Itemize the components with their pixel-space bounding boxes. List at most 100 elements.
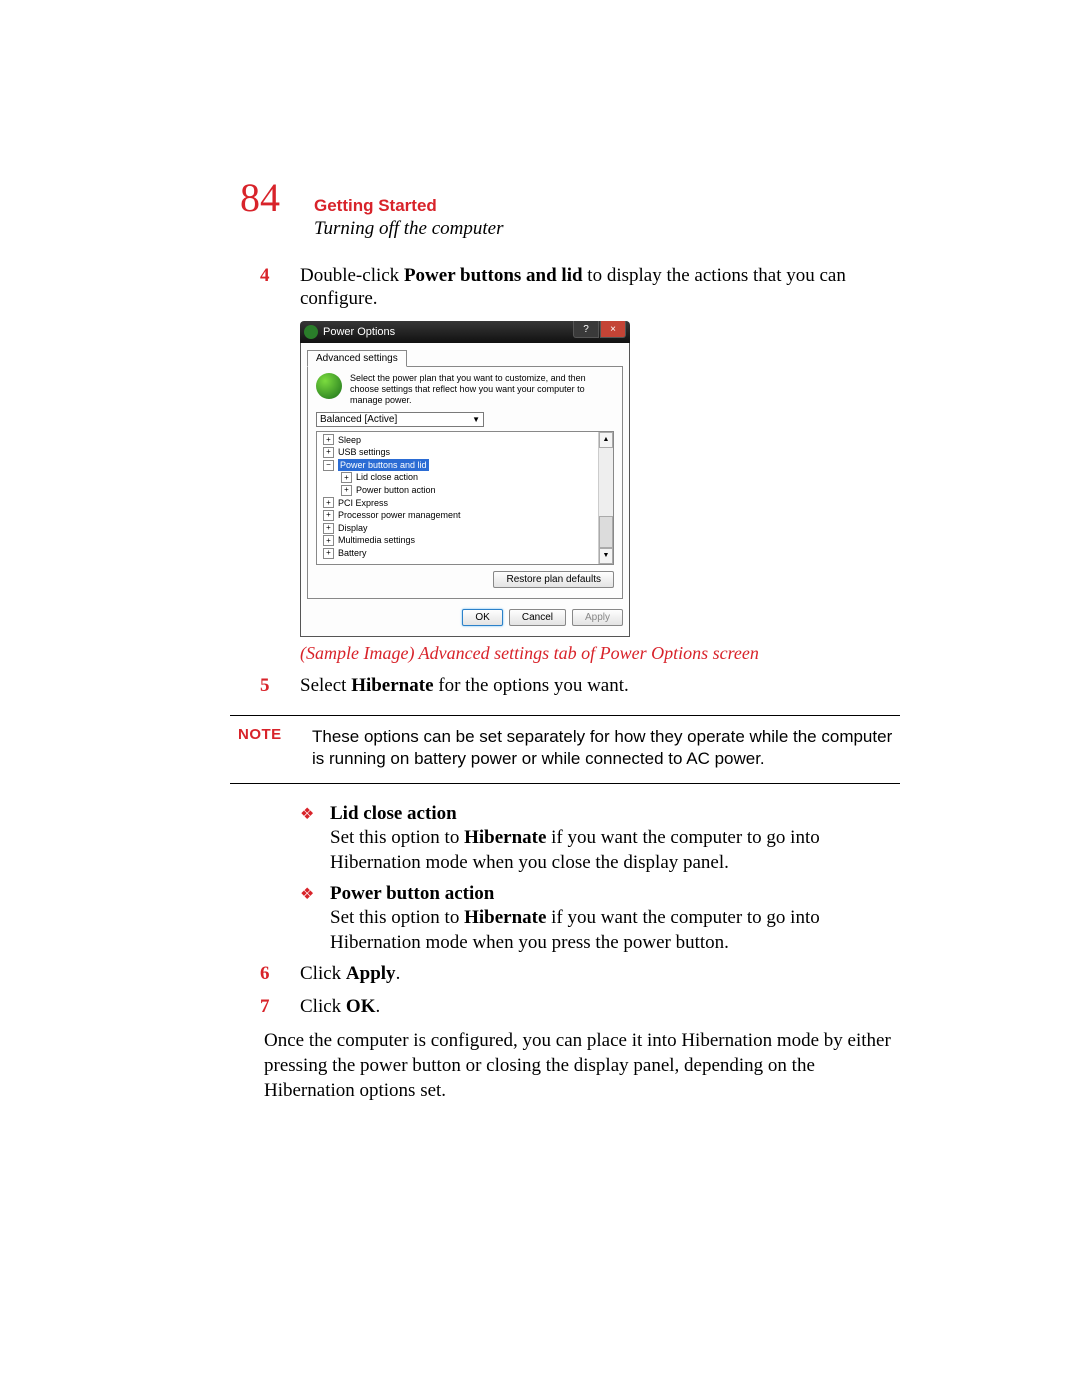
t: for the options you want. — [434, 675, 629, 696]
label: Multimedia settings — [338, 534, 415, 547]
bullet-power-button: ❖ Power button action Set this option to… — [300, 882, 900, 956]
tree-item-power-button-action[interactable]: + Power button action — [319, 484, 613, 497]
label: PCI Express — [338, 497, 388, 510]
window-buttons: ? × — [573, 321, 626, 338]
t-bold: Hibernate — [351, 675, 433, 696]
header-text: Getting Started Turning off the computer — [314, 197, 503, 240]
t: Click — [300, 996, 346, 1017]
help-button[interactable]: ? — [573, 321, 599, 338]
tree-item-sleep[interactable]: + Sleep — [319, 434, 613, 447]
dialog-title: Power Options — [323, 326, 395, 338]
diamond-icon: ❖ — [300, 882, 330, 956]
scrollbar[interactable]: ▲ ▼ — [598, 432, 613, 564]
expand-icon[interactable]: + — [323, 548, 334, 559]
t: Double-click — [300, 265, 404, 286]
label: Processor power management — [338, 509, 461, 522]
collapse-icon[interactable]: − — [323, 460, 334, 471]
note-text: These options can be set separately for … — [312, 726, 900, 770]
dialog-footer: OK Cancel Apply — [307, 609, 623, 626]
closing-paragraph: Once the computer is configured, you can… — [264, 1029, 900, 1103]
label: Power button action — [356, 484, 436, 497]
label: Display — [338, 522, 368, 535]
dialog-body: Advanced settings Select the power plan … — [300, 343, 630, 636]
t-bold: Hibernate — [464, 827, 546, 848]
tree-item-processor[interactable]: + Processor power management — [319, 509, 613, 522]
tree-item-power-buttons-lid[interactable]: −Power buttons and lid — [319, 459, 613, 472]
chevron-down-icon: ▼ — [472, 415, 480, 424]
tab-advanced-settings[interactable]: Advanced settings — [307, 350, 407, 367]
bullet-title: Lid close action — [330, 803, 457, 824]
tree-item-display[interactable]: + Display — [319, 522, 613, 535]
t: . — [375, 996, 380, 1017]
label: Lid close action — [356, 471, 418, 484]
step-4: 4 Double-click Power buttons and lid to … — [260, 264, 900, 312]
scroll-down-icon[interactable]: ▼ — [599, 548, 613, 564]
tree-item-battery[interactable]: + Battery — [319, 547, 613, 560]
dialog-titlebar[interactable]: Power Options ? × — [300, 321, 630, 343]
plan-select-value: Balanced [Active] — [320, 414, 397, 425]
label-highlighted: Power buttons and lid — [338, 459, 429, 472]
note-label: NOTE — [238, 726, 312, 770]
settings-tree[interactable]: + Sleep + USB settings −Power buttons and … — [316, 431, 614, 565]
expand-icon[interactable]: + — [341, 485, 352, 496]
t-bold: Apply — [346, 963, 396, 984]
step-number: 5 — [260, 674, 300, 698]
step-number: 6 — [260, 962, 300, 986]
t: . — [396, 963, 401, 984]
power-options-dialog: Power Options ? × Advanced settings Sele… — [300, 321, 630, 636]
plan-select[interactable]: Balanced [Active] ▼ — [316, 412, 484, 427]
chapter-subtitle: Turning off the computer — [314, 218, 503, 240]
step-5: 5 Select Hibernate for the options you w… — [260, 674, 900, 698]
page-header: 84 Getting Started Turning off the compu… — [240, 178, 900, 240]
bullet-text: Power button action Set this option to H… — [330, 882, 900, 956]
note-block: NOTE These options can be set separately… — [230, 715, 900, 783]
step-text: Click Apply. — [300, 962, 900, 986]
t: Set this option to — [330, 827, 464, 848]
dialog-description: Select the power plan that you want to c… — [350, 373, 614, 405]
expand-icon[interactable]: + — [323, 497, 334, 508]
chapter-title: Getting Started — [314, 197, 503, 216]
bullet-title: Power button action — [330, 883, 494, 904]
tree-item-lid-close[interactable]: + Lid close action — [319, 471, 613, 484]
step-number: 4 — [260, 264, 300, 312]
label: Sleep — [338, 434, 361, 447]
t: Set this option to — [330, 907, 464, 928]
bullet-text: Lid close action Set this option to Hibe… — [330, 802, 900, 876]
step-7: 7 Click OK. — [260, 995, 900, 1019]
tree-item-pci[interactable]: + PCI Express — [319, 497, 613, 510]
close-button[interactable]: × — [600, 321, 626, 338]
t: Select — [300, 675, 351, 696]
diamond-icon: ❖ — [300, 802, 330, 876]
manual-page: 84 Getting Started Turning off the compu… — [0, 0, 1080, 1163]
power-plan-icon — [316, 373, 342, 399]
t-bold: Hibernate — [464, 907, 546, 928]
image-caption: (Sample Image) Advanced settings tab of … — [300, 643, 900, 664]
t: Click — [300, 963, 346, 984]
t-bold: OK — [346, 996, 376, 1017]
tree-item-usb[interactable]: + USB settings — [319, 446, 613, 459]
apply-button[interactable]: Apply — [572, 609, 623, 626]
expand-icon[interactable]: + — [323, 434, 334, 445]
tree-item-multimedia[interactable]: + Multimedia settings — [319, 534, 613, 547]
expand-icon[interactable]: + — [323, 535, 334, 546]
step-text: Double-click Power buttons and lid to di… — [300, 264, 900, 312]
dialog-description-row: Select the power plan that you want to c… — [316, 373, 614, 405]
bullet-lid-close: ❖ Lid close action Set this option to Hi… — [300, 802, 900, 876]
expand-icon[interactable]: + — [323, 510, 334, 521]
restore-defaults-button[interactable]: Restore plan defaults — [493, 571, 614, 588]
step-text: Select Hibernate for the options you wan… — [300, 674, 900, 698]
expand-icon[interactable]: + — [323, 447, 334, 458]
label: USB settings — [338, 446, 390, 459]
scroll-thumb[interactable] — [599, 516, 613, 548]
power-icon — [304, 325, 318, 339]
step-number: 7 — [260, 995, 300, 1019]
tab-panel: Select the power plan that you want to c… — [307, 366, 623, 598]
expand-icon[interactable]: + — [323, 523, 334, 534]
cancel-button[interactable]: Cancel — [509, 609, 566, 626]
label: Battery — [338, 547, 367, 560]
scroll-up-icon[interactable]: ▲ — [599, 432, 613, 448]
t-bold: Power buttons and lid — [404, 265, 583, 286]
step-text: Click OK. — [300, 995, 900, 1019]
expand-icon[interactable]: + — [341, 472, 352, 483]
ok-button[interactable]: OK — [462, 609, 502, 626]
